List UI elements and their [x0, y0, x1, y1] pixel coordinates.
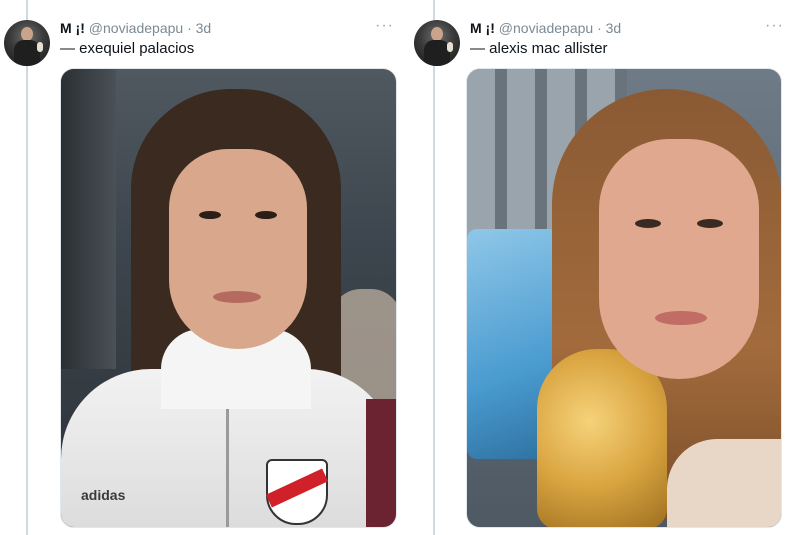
author-name[interactable]: M ¡! [470, 20, 495, 36]
adidas-logo: adidas [81, 487, 126, 503]
tweet-header: M ¡! @noviadepapu · 3d [470, 20, 621, 36]
author-handle[interactable]: @noviadepapu [499, 20, 593, 36]
more-options-icon[interactable]: ··· [375, 17, 394, 35]
tweet-text: — alexis mac allister [470, 40, 608, 57]
tweet-photo[interactable]: adidas [60, 68, 397, 528]
avatar[interactable] [414, 20, 460, 66]
tweet-text: — exequiel palacios [60, 40, 195, 57]
timestamp[interactable]: 3d [196, 20, 212, 36]
tweet-photo[interactable] [466, 68, 782, 528]
more-options-icon[interactable]: ··· [765, 17, 784, 35]
author-name[interactable]: M ¡! [60, 20, 85, 36]
separator: · [187, 20, 192, 36]
avatar[interactable] [4, 20, 50, 66]
timestamp[interactable]: 3d [606, 20, 622, 36]
trophy [537, 349, 667, 527]
tweet[interactable]: M ¡! @noviadepapu · 3d ··· — alexis mac … [410, 0, 800, 535]
author-handle[interactable]: @noviadepapu [89, 20, 183, 36]
tweet[interactable]: M ¡! @noviadepapu · 3d ··· — exequiel pa… [0, 0, 405, 535]
tweet-header: M ¡! @noviadepapu · 3d [60, 20, 211, 36]
club-crest [265, 459, 329, 525]
separator: · [597, 20, 602, 36]
